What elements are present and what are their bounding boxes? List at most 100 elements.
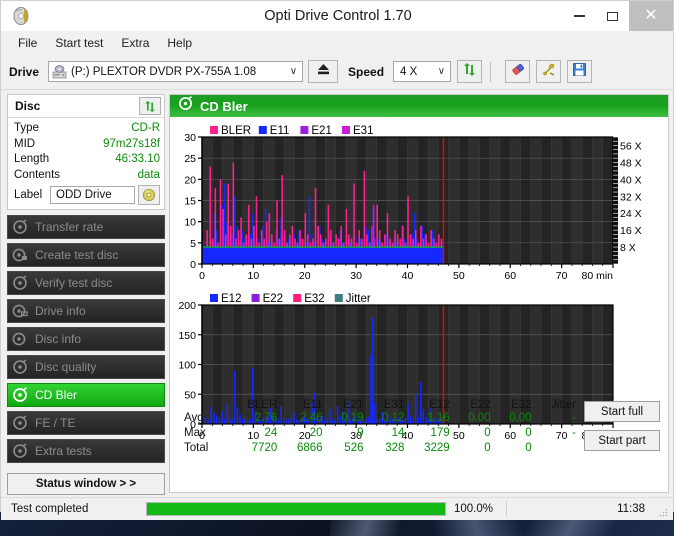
svg-text:40 X: 40 X (620, 174, 642, 186)
svg-text:10: 10 (184, 217, 196, 229)
drive-select[interactable]: (P:) PLEXTOR DVDR PX-755A 1.08 ∨ (48, 61, 304, 82)
refresh-button[interactable] (457, 60, 483, 83)
row-label-avg: Avg (184, 412, 204, 424)
menu-item-extra[interactable]: Extra (112, 34, 158, 52)
svg-text:BLER: BLER (221, 125, 251, 137)
erase-button[interactable] (505, 60, 531, 83)
close-button[interactable]: ✕ (629, 1, 673, 31)
cd-bler-top-chart[interactable]: 0 5 10 15 20 25 30 0 10 20 30 40 50 60 70 80 min 8 X 16 X… (174, 121, 661, 284)
sidebar-item-disc-info[interactable]: i Disc info (7, 327, 165, 351)
cell: 24 (264, 427, 278, 439)
main-body: Disc Type CD-R MID 97m27s18f Length 46:3… (1, 90, 673, 497)
cell (536, 441, 580, 456)
progress-bar (146, 502, 446, 516)
sidebar-item-disc-quality[interactable]: Disc quality (7, 355, 165, 379)
disc-label-button[interactable] (138, 185, 160, 205)
menu-item-help[interactable]: Help (158, 34, 201, 52)
svg-text:Jitter: Jitter (346, 293, 371, 305)
svg-text:E11: E11 (270, 125, 290, 137)
row-label-total: Total (184, 442, 209, 454)
disc-info-key: Type (14, 122, 39, 134)
status-bar: Test completed 100.0% 11:38 (1, 497, 673, 520)
drive-icon (52, 64, 67, 79)
disc-test-icon (12, 219, 28, 235)
row-label-max: Max (184, 427, 206, 439)
disc-refresh-button[interactable] (139, 97, 161, 115)
svg-text:56 X: 56 X (620, 140, 642, 152)
sidebar-item-label: Disc info (35, 332, 82, 346)
minimize-icon (574, 15, 585, 17)
svg-text:150: 150 (178, 330, 196, 342)
col-e21: E21 (343, 399, 364, 411)
save-button[interactable] (567, 60, 593, 83)
disc-drive-icon (12, 303, 28, 319)
disc-info-key: MID (14, 137, 36, 150)
disc-label-input[interactable]: ODD Drive (50, 186, 135, 204)
menu-item-start-test[interactable]: Start test (46, 34, 112, 52)
minimize-button[interactable] (563, 1, 596, 31)
resize-grip-icon[interactable] (658, 507, 668, 517)
disc-bler-icon (12, 387, 28, 403)
window-controls: ✕ (563, 1, 673, 31)
disc-label-key: Label (14, 189, 43, 201)
svg-text:15: 15 (184, 196, 196, 208)
maximize-button[interactable] (596, 1, 629, 31)
disc-verify-icon (12, 275, 28, 291)
disc-label-row: Label ODD Drive (14, 185, 160, 205)
table-corner (180, 399, 230, 411)
speed-label: Speed (348, 64, 385, 79)
tools-button[interactable] (536, 60, 562, 83)
disc-quality-icon (12, 359, 28, 375)
cell: 0.00 (509, 412, 532, 424)
disc-info-value: 46:33.10 (115, 153, 160, 165)
disc-extra-icon (12, 443, 28, 459)
status-text: Test completed (11, 503, 89, 515)
cell: 0 (484, 427, 491, 439)
disc-info-rows: Type CD-R MID 97m27s18f Length 46:33.10 … (8, 118, 164, 209)
svg-text:80 min: 80 min (581, 270, 613, 282)
start-full-button[interactable]: Start full (584, 401, 660, 422)
main-panel-area: CD Bler 0 5 10 15 20 25 30 0 10 20 30 40 50 60 70 80 mi… (169, 90, 673, 497)
sidebar-item-extra-tests[interactable]: Extra tests (7, 439, 165, 463)
sidebar-item-label: Verify test disc (35, 276, 113, 290)
drive-label: Drive (9, 64, 40, 79)
cell: 328 (385, 442, 405, 454)
disc-panel-header: Disc (8, 95, 164, 118)
col-e12: E12 (429, 399, 450, 411)
sidebar-item-fe-te[interactable]: FE / TE (7, 411, 165, 435)
svg-text:30: 30 (350, 270, 362, 282)
cell: - (572, 412, 576, 424)
status-window-button[interactable]: Status window > > (7, 473, 165, 495)
svg-text:E32: E32 (304, 293, 324, 305)
disc-info-row: Type CD-R (14, 121, 160, 137)
sidebar-item-cd-bler[interactable]: CD Bler (7, 383, 165, 407)
disc-panel: Disc Type CD-R MID 97m27s18f Length 46:3… (7, 94, 165, 210)
disc-info-row: Length 46:33.10 (14, 152, 160, 168)
cell: 0.19 (341, 412, 364, 424)
cell: 14 (391, 427, 405, 439)
eject-button[interactable] (308, 60, 339, 83)
disc-info-row: MID 97m27s18f (14, 137, 160, 153)
status-time: 11:38 (617, 503, 645, 515)
sidebar-item-transfer-rate[interactable]: Transfer rate (7, 215, 165, 239)
menu-bar: File Start test Extra Help (1, 32, 673, 54)
col-e32: E32 (511, 399, 532, 411)
svg-text:E21: E21 (311, 125, 331, 137)
menu-item-file[interactable]: File (9, 34, 46, 52)
speed-select[interactable]: 4 X ∨ (393, 61, 452, 82)
disc-info-value: 97m27s18f (103, 137, 160, 150)
cell: 0 (484, 442, 491, 454)
start-part-button[interactable]: Start part (584, 430, 660, 451)
cell: 7720 (251, 442, 278, 454)
tools-icon (541, 62, 557, 82)
start-buttons: Start full Start part (584, 401, 660, 459)
svg-text:0: 0 (190, 259, 196, 271)
table-row: Avg 2.76 2.46 0.19 0.12 1.16 0.00 0.00 - (180, 411, 580, 426)
disc-info-key: Length (14, 153, 50, 165)
sidebar-item-verify-test-disc[interactable]: Verify test disc (7, 271, 165, 295)
sidebar-item-create-test-disc[interactable]: Create test disc (7, 243, 165, 267)
sidebar-item-drive-info[interactable]: Drive info (7, 299, 165, 323)
sidebar-item-label: Extra tests (35, 444, 92, 458)
save-floppy-icon (572, 62, 587, 82)
status-divider (506, 501, 507, 517)
